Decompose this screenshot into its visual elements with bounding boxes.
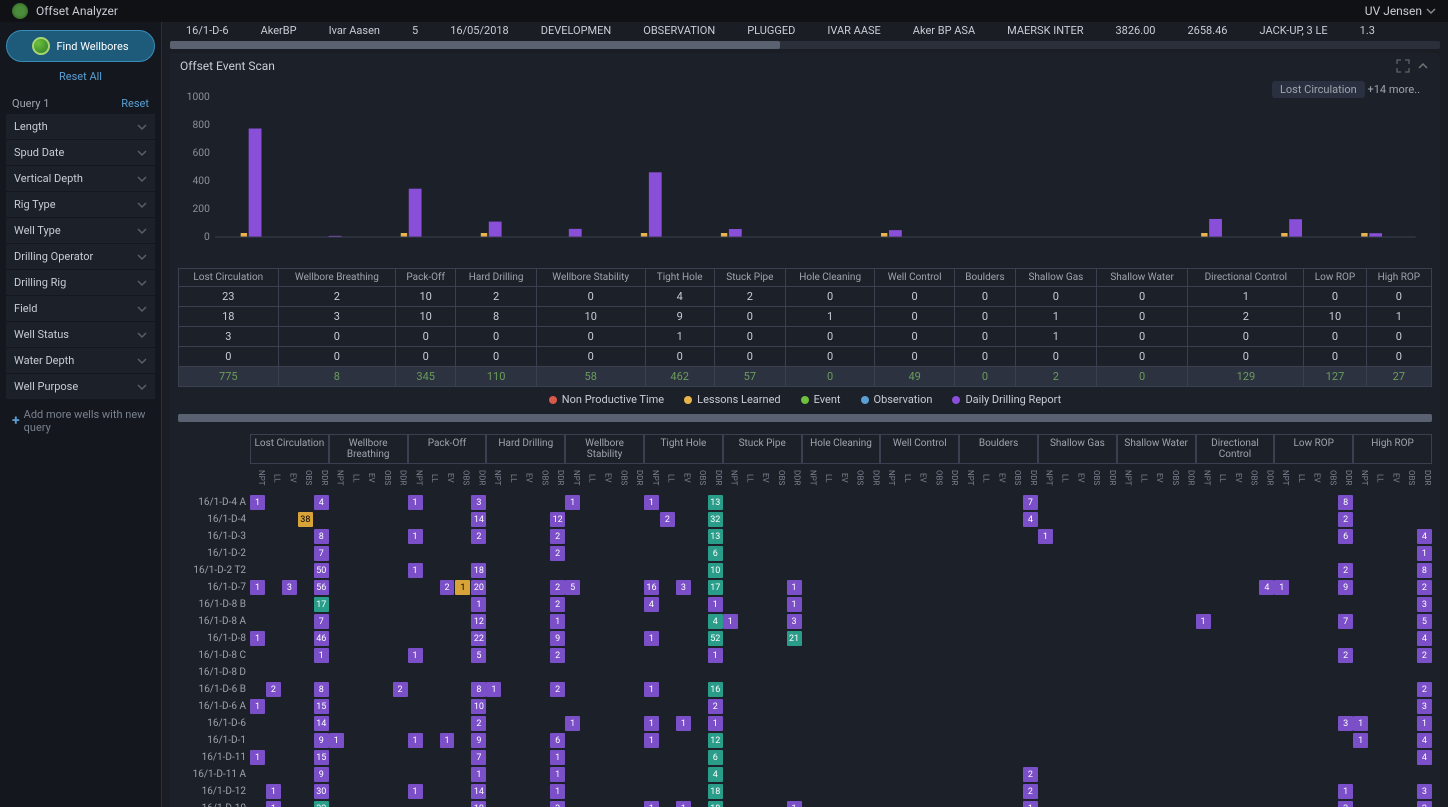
heatmap-row: 16/1-D-2 T2501181028 — [178, 562, 1432, 579]
filter-item[interactable]: Vertical Depth — [6, 166, 155, 191]
heatmap-row: 16/1-D-12130114118213 — [178, 783, 1432, 800]
chevron-down-icon — [137, 304, 147, 314]
heatmap-row: 16/1-D-8 B17124113 — [178, 596, 1432, 613]
filter-tags: Lost Circulation +14 more.. — [1268, 83, 1420, 96]
filter-item[interactable]: Water Depth — [6, 348, 155, 373]
heatmap-row: 16/1-D-111157164 — [178, 749, 1432, 766]
heatmap-row: 16/1-D-3812213164 — [178, 528, 1432, 545]
heatmap-category-header: Lost CirculationWellbore BreathingPack-O… — [250, 434, 1432, 464]
heatmap-row: 16/1-D-8146229152214 — [178, 630, 1432, 647]
svg-text:200: 200 — [192, 204, 210, 215]
legend-item[interactable]: Daily Drilling Report — [952, 393, 1061, 406]
chevron-down-icon — [137, 226, 147, 236]
legend-item[interactable]: Lessons Learned — [684, 393, 780, 406]
query-reset-link[interactable]: Reset — [121, 97, 149, 110]
chart-area: Lost Circulation +14 more.. 0 200 400 600 80… — [170, 79, 1440, 268]
panel-header: Offset Event Scan — [170, 53, 1440, 79]
plus-icon: + — [12, 413, 20, 429]
heatmap-row: 16/1-D-8 A7121413175 — [178, 613, 1432, 630]
bar-chart: 0 200 400 600 800 1000 — [184, 87, 1426, 257]
filter-item[interactable]: Well Status — [6, 322, 155, 347]
heatmap-row: 16/1-D-4 A1413111378 — [178, 494, 1432, 511]
panel-actions — [1396, 59, 1430, 73]
globe-icon — [32, 37, 50, 55]
chevron-down-icon — [137, 330, 147, 340]
filter-item[interactable]: Length — [6, 114, 155, 139]
heatmap-row: 16/1-D-61421111311 — [178, 715, 1432, 732]
filter-item[interactable]: Field — [6, 296, 155, 321]
filter-item[interactable]: Drilling Rig — [6, 270, 155, 295]
top-data-row: 16/1-D-6 AkerBP Ivar Aasen 5 16/05/2018 … — [162, 22, 1448, 39]
legend-dot-icon — [684, 396, 692, 404]
legend-item[interactable]: Observation — [861, 393, 933, 406]
find-wellbores-button[interactable]: Find Wellbores — [6, 30, 155, 62]
chevron-down-icon — [137, 122, 147, 132]
app-title: Offset Analyzer — [36, 4, 118, 18]
chart-legend: Non Productive Time Lessons Learned Event O… — [170, 387, 1440, 412]
legend-dot-icon — [952, 396, 960, 404]
heatmap-row: 16/1-D-1013210311181132 — [178, 800, 1432, 807]
heatmap-row: 16/1-D-8 C1152122 — [178, 647, 1432, 664]
scrollbar-thumb[interactable] — [178, 414, 1432, 422]
event-scan-panel: Offset Event Scan Lost Circulation +14 m… — [170, 53, 1440, 807]
panel-title: Offset Event Scan — [180, 59, 275, 73]
chevron-down-icon — [137, 356, 147, 366]
svg-text:800: 800 — [192, 120, 210, 131]
legend-dot-icon — [801, 396, 809, 404]
filter-item[interactable]: Drilling Operator — [6, 244, 155, 269]
svg-text:0: 0 — [204, 232, 210, 243]
reset-all-link[interactable]: Reset All — [6, 70, 155, 83]
heatmap-row: 16/1-D-6 B2828121162 — [178, 681, 1432, 698]
chevron-down-icon — [137, 252, 147, 262]
app-title-group: Offset Analyzer — [12, 3, 118, 19]
filter-more[interactable]: +14 more.. — [1367, 83, 1420, 96]
heatmap-body: 16/1-D-4 A141311137816/1-D-4381412232421… — [178, 494, 1432, 807]
heatmap-row: 16/1-D-713562120251631714192 — [178, 579, 1432, 596]
app-logo-icon — [12, 3, 28, 19]
heatmap-scrollbar[interactable] — [178, 414, 1432, 422]
heatmap-row: 16/1-D-8 D — [178, 664, 1432, 681]
chevron-down-icon — [137, 382, 147, 392]
heatmap-row: 16/1-D-11 A91142 — [178, 766, 1432, 783]
filter-item[interactable]: Well Type — [6, 218, 155, 243]
chevron-down-icon — [137, 200, 147, 210]
user-name: UV Jensen — [1365, 4, 1422, 18]
legend-item[interactable]: Non Productive Time — [549, 393, 664, 406]
collapse-up-icon[interactable] — [1416, 59, 1430, 73]
svg-text:400: 400 — [192, 176, 210, 187]
filter-item[interactable]: Well Purpose — [6, 374, 155, 399]
heatmap-subcat-header: NPTLLEVOBSDDRNPTLLEVOBSDDRNPTLLEVOBSDDRN… — [250, 464, 1432, 492]
chevron-down-icon — [1426, 6, 1436, 16]
expand-icon[interactable] — [1396, 59, 1410, 73]
filter-item[interactable]: Spud Date — [6, 140, 155, 165]
svg-text:1000: 1000 — [187, 92, 211, 103]
query-label: Query 1 — [12, 97, 49, 110]
content-area: 16/1-D-6 AkerBP Ivar Aasen 5 16/05/2018 … — [162, 22, 1448, 807]
chevron-down-icon — [137, 174, 147, 184]
add-query-link[interactable]: + Add more wells with new query — [6, 400, 155, 442]
legend-item[interactable]: Event — [801, 393, 841, 406]
query-header: Query 1 Reset — [6, 93, 155, 114]
summary-table: Lost CirculationWellbore BreathingPack-O… — [178, 268, 1432, 387]
sidebar: Find Wellbores Reset All Query 1 Reset L… — [0, 22, 162, 807]
filter-item[interactable]: Rig Type — [6, 192, 155, 217]
legend-dot-icon — [861, 396, 869, 404]
app-header: Offset Analyzer UV Jensen — [0, 0, 1448, 22]
chevron-down-icon — [137, 278, 147, 288]
horizontal-scrollbar[interactable] — [170, 41, 1440, 49]
svg-text:600: 600 — [192, 148, 210, 159]
filter-list: LengthSpud DateVertical DepthRig TypeWel… — [6, 114, 155, 399]
heatmap: Lost CirculationWellbore BreathingPack-O… — [170, 426, 1440, 807]
user-menu[interactable]: UV Jensen — [1365, 4, 1436, 18]
heatmap-row: 16/1-D-6 A1151023 — [178, 698, 1432, 715]
heatmap-row: 16/1-D-27261 — [178, 545, 1432, 562]
heatmap-row: 16/1-D-438141223242 — [178, 511, 1432, 528]
filter-tag[interactable]: Lost Circulation — [1272, 81, 1365, 98]
scrollbar-thumb[interactable] — [170, 41, 780, 49]
chevron-down-icon — [137, 148, 147, 158]
heatmap-row: 16/1-D-191119611214 — [178, 732, 1432, 749]
legend-dot-icon — [549, 396, 557, 404]
